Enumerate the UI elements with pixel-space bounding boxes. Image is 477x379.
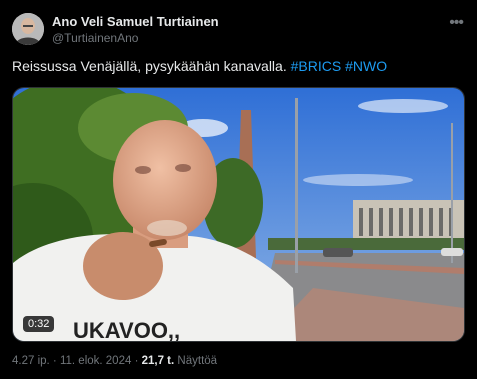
more-options-icon[interactable]: ••• [449, 14, 464, 32]
video-duration: 0:32 [23, 316, 55, 332]
author-handle[interactable]: @TurtiainenAno [52, 31, 138, 45]
hashtag-brics[interactable]: #BRICS [291, 58, 342, 74]
hashtag-nwo[interactable]: #NWO [345, 58, 387, 74]
post-time[interactable]: 4.27 ip. [12, 355, 50, 367]
author-name[interactable]: Ano Veli Samuel Turtiainen [52, 14, 219, 29]
views-count: 21,7 t. [141, 355, 175, 367]
post-body: Reissussa Venäjällä, pysykäähän kanavall… [12, 58, 291, 74]
post-metadata: 4.27 ip. · 11. elok. 2024 · 21,7 t. Näyt… [12, 355, 217, 367]
shirt-print: UKAVOO,, [73, 318, 180, 341]
meta-separator-2: · [131, 355, 142, 367]
meta-separator: · [49, 355, 60, 367]
post-text: Reissussa Venäjällä, pysykäähän kanavall… [12, 57, 387, 75]
video-player[interactable]: UKAVOO,, [12, 87, 465, 342]
post-date[interactable]: 11. elok. 2024 [60, 355, 131, 367]
author-avatar[interactable] [12, 13, 44, 45]
video-thumbnail: UKAVOO,, [13, 88, 464, 341]
views-label: Näyttöä [177, 355, 218, 367]
